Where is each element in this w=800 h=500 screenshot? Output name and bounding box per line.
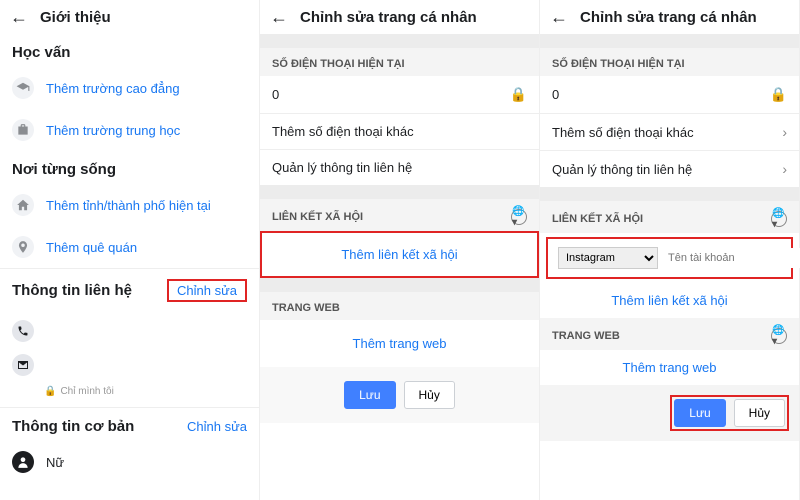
cancel-button[interactable]: Hủy <box>404 381 455 409</box>
page-title: Chỉnh sửa trang cá nhân <box>300 9 477 26</box>
phone-value: 0 <box>272 87 498 102</box>
add-website-button[interactable]: Thêm trang web <box>260 320 539 367</box>
header: ← Chỉnh sửa trang cá nhân <box>540 0 799 34</box>
add-phone-label: Thêm số điện thoại khác <box>272 124 527 139</box>
spacer <box>260 185 539 199</box>
briefcase-icon <box>12 119 34 141</box>
back-arrow-icon[interactable]: ← <box>270 8 288 26</box>
privacy-note: 🔒 Chỉ mình tôi <box>44 386 247 397</box>
add-social-link-button[interactable]: Thêm liên kết xã hội <box>260 231 539 278</box>
basic-header: Thông tin cơ bản <box>12 418 134 435</box>
manage-contact-row[interactable]: Quản lý thông tin liên hệ › <box>540 151 799 187</box>
web-section-header: TRANG WEB 🌐▾ <box>540 318 799 350</box>
add-website-button[interactable]: Thêm trang web <box>540 350 799 385</box>
section-contact: Thông tin liên hệ Chỉnh sửa <box>0 268 259 308</box>
panel-edit-profile-2: ← Chỉnh sửa trang cá nhân SỐ ĐIỆN THOẠI … <box>540 0 800 500</box>
manage-contact-label: Quản lý thông tin liên hệ <box>552 162 770 177</box>
add-phone-label: Thêm số điện thoại khác <box>552 125 770 140</box>
person-icon <box>12 451 34 473</box>
social-platform-select[interactable]: Instagram <box>558 247 658 269</box>
spacer <box>540 187 799 201</box>
phone-section-label: SỐ ĐIỆN THOẠI HIỆN TẠI <box>552 58 685 70</box>
social-section-label: LIÊN KẾT XÃ HỘI <box>272 211 363 223</box>
social-section-label: LIÊN KẾT XÃ HỘI <box>552 213 643 225</box>
phone-section-label: SỐ ĐIỆN THOẠI HIỆN TẠI <box>272 58 405 70</box>
globe-icon[interactable]: 🌐▾ <box>771 211 787 227</box>
contact-block: 🔒 Chỉ mình tôi <box>0 308 259 407</box>
manage-contact-label: Quản lý thông tin liên hệ <box>272 160 527 175</box>
web-section-label: TRANG WEB <box>552 330 620 342</box>
section-education: Học vấn <box>0 34 259 67</box>
add-current-city-label: Thêm tỉnh/thành phố hiện tại <box>46 198 247 213</box>
contact-phone-item <box>12 314 247 348</box>
add-highschool-label: Thêm trường trung học <box>46 123 247 138</box>
lock-icon: 🔒 <box>44 386 56 397</box>
spacer <box>260 34 539 48</box>
header: ← Chỉnh sửa trang cá nhân <box>260 0 539 34</box>
gender-row: Nữ <box>0 441 259 483</box>
social-username-input[interactable] <box>664 248 800 268</box>
spacer <box>540 34 799 48</box>
edit-basic-button[interactable]: Chỉnh sửa <box>187 419 247 434</box>
lock-icon[interactable]: 🔒 <box>510 86 527 103</box>
add-hometown-label: Thêm quê quán <box>46 240 247 255</box>
save-button[interactable]: Lưu <box>344 381 395 409</box>
page-title: Chỉnh sửa trang cá nhân <box>580 9 757 26</box>
back-arrow-icon[interactable]: ← <box>10 8 28 26</box>
gender-value: Nữ <box>46 455 247 470</box>
social-platform-row: Instagram × <box>546 237 793 279</box>
button-row: Lưu Hủy <box>540 385 799 441</box>
contact-email-item <box>12 348 247 382</box>
privacy-label: Chỉ mình tôi <box>60 386 113 397</box>
panel-edit-profile-1: ← Chỉnh sửa trang cá nhân SỐ ĐIỆN THOẠI … <box>260 0 540 500</box>
section-places: Nơi từng sống <box>0 151 259 184</box>
phone-section-header: SỐ ĐIỆN THOẠI HIỆN TẠI <box>540 48 799 76</box>
add-phone-row[interactable]: Thêm số điện thoại khác › <box>540 114 799 151</box>
web-section-header: TRANG WEB <box>260 292 539 320</box>
graduation-cap-icon <box>12 77 34 99</box>
location-pin-icon <box>12 236 34 258</box>
add-highschool-row[interactable]: Thêm trường trung học <box>0 109 259 151</box>
edit-contact-button[interactable]: Chỉnh sửa <box>167 279 247 302</box>
spacer <box>260 278 539 292</box>
globe-icon[interactable]: 🌐▾ <box>511 209 527 225</box>
lock-icon[interactable]: 🔒 <box>770 86 787 103</box>
add-college-label: Thêm trường cao đẳng <box>46 81 247 96</box>
back-arrow-icon[interactable]: ← <box>550 8 568 26</box>
envelope-icon <box>12 354 34 376</box>
chevron-right-icon: › <box>782 161 787 177</box>
home-icon <box>12 194 34 216</box>
globe-icon[interactable]: 🌐▾ <box>771 328 787 344</box>
cancel-button[interactable]: Hủy <box>734 399 785 427</box>
social-section-header: LIÊN KẾT XÃ HỘI 🌐▾ <box>540 201 799 233</box>
header: ← Giới thiệu <box>0 0 259 34</box>
manage-contact-row[interactable]: Quản lý thông tin liên hệ <box>260 150 539 185</box>
save-button[interactable]: Lưu <box>674 399 725 427</box>
button-row: Lưu Hủy <box>260 367 539 423</box>
add-phone-row[interactable]: Thêm số điện thoại khác <box>260 114 539 150</box>
contact-header: Thông tin liên hệ <box>12 282 132 299</box>
phone-value: 0 <box>552 87 758 102</box>
web-section-label: TRANG WEB <box>272 302 340 314</box>
add-college-row[interactable]: Thêm trường cao đẳng <box>0 67 259 109</box>
add-social-link-button[interactable]: Thêm liên kết xã hội <box>540 283 799 318</box>
social-section-header: LIÊN KẾT XÃ HỘI 🌐▾ <box>260 199 539 231</box>
phone-icon <box>12 320 34 342</box>
phone-section-header: SỐ ĐIỆN THOẠI HIỆN TẠI <box>260 48 539 76</box>
page-title: Giới thiệu <box>40 9 111 26</box>
add-current-city-row[interactable]: Thêm tỉnh/thành phố hiện tại <box>0 184 259 226</box>
phone-value-row: 0 🔒 <box>540 76 799 114</box>
section-basic: Thông tin cơ bản Chỉnh sửa <box>0 407 259 441</box>
chevron-right-icon: › <box>782 124 787 140</box>
add-hometown-row[interactable]: Thêm quê quán <box>0 226 259 268</box>
panel-intro: ← Giới thiệu Học vấn Thêm trường cao đẳn… <box>0 0 260 500</box>
phone-value-row: 0 🔒 <box>260 76 539 114</box>
